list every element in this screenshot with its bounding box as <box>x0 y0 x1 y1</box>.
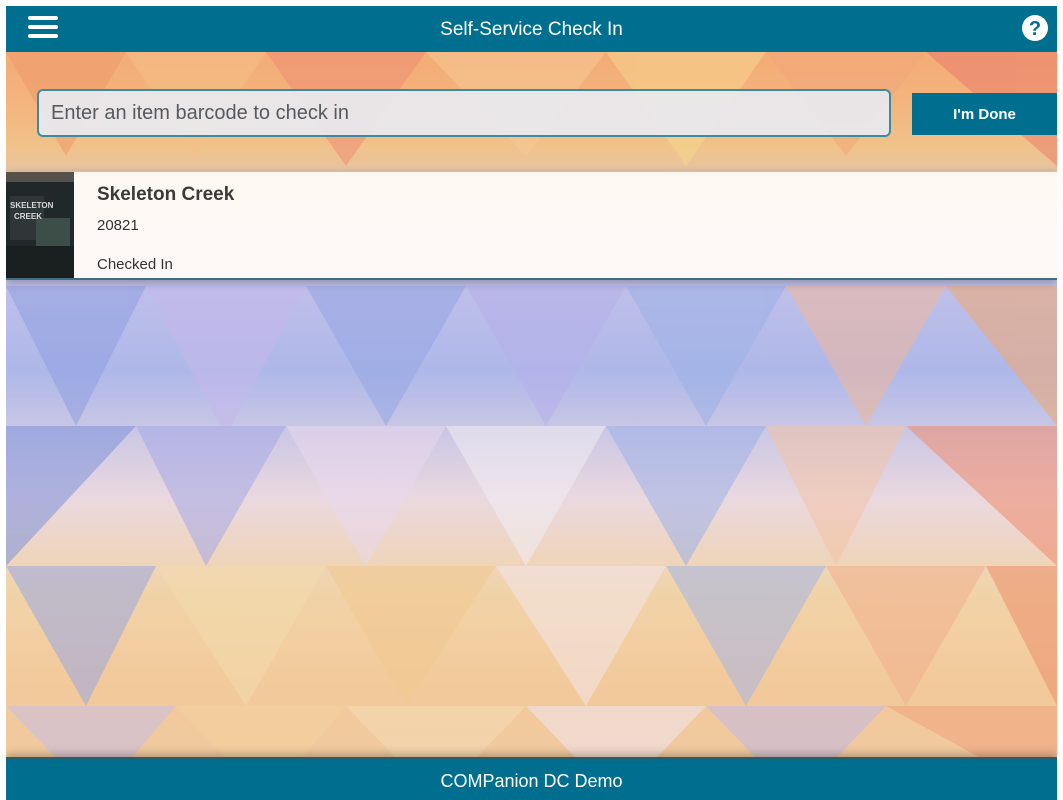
app-window: Self-Service Check In ? I'm Done SKELETO… <box>6 6 1057 800</box>
barcode-search-input[interactable] <box>37 89 891 137</box>
item-barcode: 20821 <box>97 217 139 234</box>
svg-text:?: ? <box>1029 18 1041 40</box>
page-title: Self-Service Check In <box>440 19 623 40</box>
item-title: Skeleton Creek <box>97 184 235 205</box>
checked-in-item-card: SKELETON CREEK Skeleton Creek 20821 Chec… <box>6 171 1057 280</box>
im-done-button[interactable]: I'm Done <box>912 93 1057 135</box>
svg-text:SKELETON: SKELETON <box>10 201 54 210</box>
help-icon[interactable]: ? <box>1019 12 1051 44</box>
footer-label: COMPanion DC Demo <box>440 771 623 791</box>
item-status: Checked In <box>97 256 173 273</box>
footer-bar: COMPanion DC Demo <box>6 757 1057 800</box>
top-app-bar: Self-Service Check In ? <box>6 6 1057 52</box>
book-cover-image: SKELETON CREEK <box>6 172 74 278</box>
svg-text:CREEK: CREEK <box>14 212 42 221</box>
